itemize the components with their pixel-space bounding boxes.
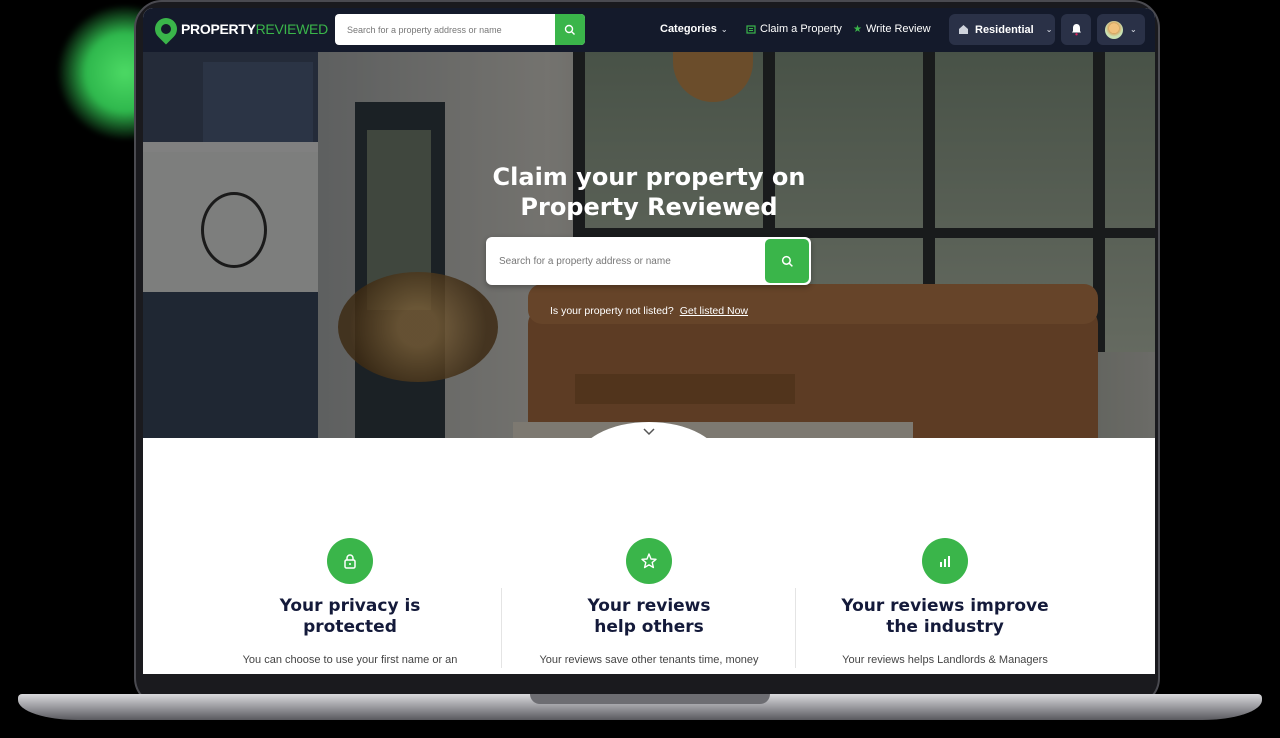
chevron-down-icon: ⌄	[720, 24, 728, 34]
bell-icon	[1071, 24, 1081, 36]
divider	[501, 588, 502, 668]
top-navbar: PROPERTYREVIEWED Categories ⌄ Claim a Pr…	[143, 8, 1155, 52]
feature-card-privacy: Your privacy is protected You can choose …	[220, 538, 480, 668]
not-listed-text: Is your property not listed?	[549, 305, 674, 317]
property-type-label: Residential	[975, 23, 1034, 36]
star-icon: ★	[853, 23, 862, 35]
property-type-dropdown[interactable]: Residential ⌄	[949, 14, 1055, 45]
feature-body: Your reviews helps Landlords & Managers	[842, 654, 1048, 666]
hero-search-input[interactable]	[486, 237, 764, 285]
nav-search	[335, 14, 585, 45]
feature-card-help-others: Your reviews help others Your reviews sav…	[519, 538, 779, 668]
feature-body: You can choose to use your first name or…	[242, 654, 458, 666]
feature-title: Your reviews help others	[587, 596, 711, 637]
lock-icon	[327, 538, 373, 584]
divider	[795, 588, 796, 668]
building-icon	[746, 25, 756, 34]
categories-menu[interactable]: Categories ⌄	[660, 23, 728, 35]
avatar	[1105, 20, 1123, 39]
categories-label: Categories	[660, 23, 717, 35]
feature-body: Your reviews save other tenants time, mo…	[539, 654, 759, 666]
hero-search-button[interactable]	[765, 239, 809, 283]
feature-card-industry: Your reviews improve the industry Your re…	[815, 538, 1075, 668]
nav-search-input[interactable]	[335, 14, 553, 45]
hero-search	[486, 237, 811, 285]
not-listed-note: Is your property not listed? Get listed N…	[143, 305, 1155, 317]
chevron-down-icon: ⌄	[1130, 25, 1137, 34]
features-section: Your privacy is protected You can choose …	[143, 438, 1155, 674]
notifications-button[interactable]	[1061, 14, 1091, 45]
search-icon	[564, 24, 575, 35]
search-icon	[781, 255, 793, 267]
chevron-down-icon: ⌄	[1045, 25, 1053, 34]
write-review-label: Write Review	[865, 23, 931, 35]
claim-property-link[interactable]: Claim a Property	[746, 23, 842, 35]
laptop-notch	[530, 694, 770, 704]
user-menu[interactable]: ⌄	[1097, 14, 1145, 45]
logo-text: PROPERTYREVIEWED	[181, 21, 328, 37]
hero-section: Claim your property on Property Reviewed…	[143, 52, 1155, 438]
nav-search-button[interactable]	[555, 14, 585, 45]
location-pin-icon	[150, 13, 182, 45]
house-icon	[959, 25, 968, 34]
star-icon	[626, 538, 672, 584]
laptop-screen: PROPERTYREVIEWED Categories ⌄ Claim a Pr…	[143, 8, 1155, 674]
feature-title: Your privacy is protected	[279, 596, 421, 637]
logo[interactable]: PROPERTYREVIEWED	[150, 13, 328, 45]
get-listed-link[interactable]: Get listed Now	[680, 305, 748, 317]
chevron-down-icon	[643, 428, 655, 436]
bar-chart-icon	[922, 538, 968, 584]
feature-title: Your reviews improve the industry	[841, 596, 1049, 637]
hero-title: Claim your property on Property Reviewed	[492, 163, 806, 221]
claim-property-label: Claim a Property	[760, 23, 842, 35]
write-review-link[interactable]: ★ Write Review	[853, 23, 931, 35]
